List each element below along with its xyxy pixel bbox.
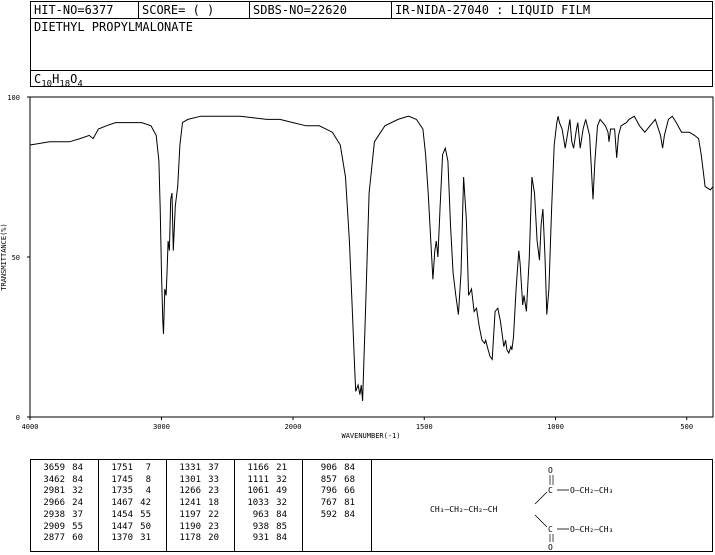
y-tick-label: 100	[7, 94, 20, 102]
peak-wavenumber: 1454	[111, 509, 133, 520]
peak-transmittance: 18	[208, 498, 219, 509]
carbonyl-oxygen-top: O	[548, 466, 553, 475]
peak-wavenumber: 1745	[111, 474, 133, 485]
peak-wavenumber: 931	[252, 533, 269, 544]
peak-wavenumber: 2981	[43, 486, 65, 497]
x-tick-label: 1000	[547, 423, 564, 431]
peak-wavenumber: 1033	[247, 498, 269, 509]
y-tick-label: 50	[12, 254, 20, 262]
peak-wavenumber: 1190	[179, 521, 201, 532]
x-tick-label: 4000	[22, 423, 39, 431]
peak-transmittance: 81	[344, 498, 355, 509]
peak-column: 1751 7 1745 8 1735 4 1467 42 1454 55 1447 50 1370 31	[99, 460, 167, 551]
peak-wavenumber: 1061	[247, 486, 269, 497]
structure-panel: CH₃—CH₂—CH₂—CH C O O—CH₂—CH₃ C O O—CH₂—C…	[372, 459, 713, 552]
y-tick-label: 0	[16, 414, 20, 422]
peak-wavenumber: 906	[320, 463, 337, 473]
peak-wavenumber: 963	[252, 509, 269, 520]
x-axis-label: WAVENUMBER(-1)	[341, 432, 400, 440]
ester-group-bottom: O—CH₂—CH₃	[570, 525, 613, 534]
peak-wavenumber: 2909	[43, 521, 65, 532]
peak-wavenumber: 1751	[111, 463, 133, 473]
ester-group-top: O—CH₂—CH₃	[570, 486, 613, 495]
carbonyl-oxygen-bottom: O	[548, 543, 553, 551]
peak-wavenumber: 1111	[247, 474, 269, 485]
peak-wavenumber: 2966	[43, 498, 65, 509]
carbonyl-carbon-bottom: C	[548, 525, 553, 534]
peak-transmittance: 84	[276, 509, 287, 520]
peak-transmittance: 24	[72, 498, 83, 509]
peak-wavenumber: 1266	[179, 486, 201, 497]
peak-wavenumber: 1301	[179, 474, 201, 485]
peak-transmittance: 84	[72, 463, 83, 473]
peak-column: 1331 37 1301 33 1266 23 1241 18 1197 22 1190 23 1178…	[167, 460, 235, 551]
peak-wavenumber: 796	[320, 486, 337, 497]
peak-transmittance: 50	[140, 521, 151, 532]
peak-column: 1166 21 1111 32 1061 49 1033 32 963 84 938 85 931 84	[235, 460, 303, 551]
peak-transmittance: 84	[344, 509, 355, 520]
peak-wavenumber: 2938	[43, 509, 65, 520]
peak-wavenumber: 592	[320, 509, 337, 520]
peak-transmittance: 68	[344, 474, 355, 485]
x-tick-label: 2000	[285, 423, 302, 431]
peak-wavenumber: 1166	[247, 463, 269, 473]
peak-wavenumber: 1370	[111, 533, 133, 544]
peak-wavenumber: 1241	[179, 498, 201, 509]
structure-chain: CH₃—CH₂—CH₂—CH	[430, 505, 498, 514]
peak-transmittance: 4	[145, 486, 151, 497]
plot-frame	[29, 96, 714, 418]
peak-wavenumber: 857	[320, 474, 337, 485]
peak-transmittance: 23	[208, 521, 219, 532]
peak-transmittance: 66	[344, 486, 355, 497]
peak-transmittance: 32	[72, 486, 83, 497]
peak-wavenumber: 3659	[43, 463, 65, 473]
peak-transmittance: 33	[208, 474, 219, 485]
carbonyl-carbon-top: C	[548, 486, 553, 495]
peak-transmittance: 84	[276, 533, 287, 544]
peak-transmittance: 55	[72, 521, 83, 532]
peak-wavenumber: 1197	[179, 509, 201, 520]
x-tick-label: 500	[680, 423, 693, 431]
peak-transmittance: 84	[72, 474, 83, 485]
peak-transmittance: 55	[140, 509, 151, 520]
peak-wavenumber: 1331	[179, 463, 201, 473]
peak-transmittance: 37	[72, 509, 83, 520]
peak-transmittance: 85	[276, 521, 287, 532]
structure-diagram: CH₃—CH₂—CH₂—CH C O O—CH₂—CH₃ C O O—CH₂—C…	[430, 466, 613, 552]
peak-wavenumber: 767	[320, 498, 337, 509]
y-axis-label: TRANSMITTANCE(%)	[0, 223, 8, 290]
peak-transmittance: 20	[208, 533, 219, 544]
peak-transmittance: 49	[276, 486, 287, 497]
peak-transmittance: 32	[276, 498, 287, 509]
peak-column: 906 84 857 68 796 66 767 81 592 84	[303, 460, 371, 551]
peak-transmittance: 31	[140, 533, 151, 544]
peak-transmittance: 42	[140, 498, 151, 509]
peak-transmittance: 21	[276, 463, 287, 473]
peak-transmittance: 7	[145, 463, 151, 473]
bond	[534, 491, 548, 505]
spectrum-line	[29, 115, 714, 402]
peak-wavenumber: 2877	[43, 533, 65, 544]
peak-wavenumber: 1178	[179, 533, 201, 544]
bond	[534, 514, 548, 528]
peak-transmittance: 32	[276, 474, 287, 485]
peak-table: 3659 84 3462 84 2981 32 2966 24 2938 37 2909 55 2877…	[30, 459, 372, 552]
x-tick-label: 1500	[416, 423, 433, 431]
peak-transmittance: 23	[208, 486, 219, 497]
peak-wavenumber: 1447	[111, 521, 133, 532]
peak-transmittance: 8	[145, 474, 151, 485]
peak-wavenumber: 1467	[111, 498, 133, 509]
peak-transmittance: 22	[208, 509, 219, 520]
x-tick-label: 3000	[153, 423, 170, 431]
peak-wavenumber: 1735	[111, 486, 133, 497]
peak-transmittance: 84	[344, 463, 355, 473]
peak-transmittance: 37	[208, 463, 219, 473]
peak-transmittance: 60	[72, 533, 83, 544]
peak-wavenumber: 3462	[43, 474, 65, 485]
ir-spectrum-chart: 4000 3000 2000 1500 1000 500 0 50 100 WAVENUMBE…	[0, 94, 714, 440]
peak-wavenumber: 938	[252, 521, 269, 532]
peak-column: 3659 84 3462 84 2981 32 2966 24 2938 37 2909 55 2877…	[31, 460, 99, 551]
